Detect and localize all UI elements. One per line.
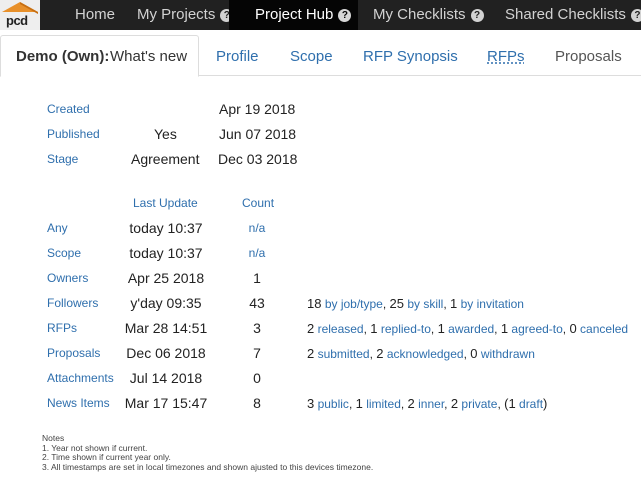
pcd-logo[interactable]: pcd — [0, 0, 40, 30]
count-followers: 43 — [249, 295, 265, 311]
breakdown-count: 3 — [307, 396, 315, 411]
nav-shared-checklists-label: Shared Checklists — [505, 6, 626, 23]
last-update-rfps: Mar 28 14:51 — [124, 320, 208, 336]
project-owner-label: Demo (Own): — [16, 48, 110, 65]
breakdown-link[interactable]: agreed-to — [511, 322, 562, 336]
tab-proposals[interactable]: Proposals — [555, 48, 622, 65]
logo-text: pcd — [6, 13, 28, 28]
count-attachments: 0 — [253, 370, 261, 386]
nav-project-hub-label: Project Hub — [255, 6, 334, 23]
row-label-any[interactable]: Any — [47, 221, 68, 235]
breakdown-link[interactable]: withdrawn — [481, 347, 535, 361]
nav-home-label: Home — [75, 6, 116, 23]
tab-rfp-synopsis[interactable]: RFP Synopsis — [363, 48, 458, 65]
published-label: Published — [47, 127, 100, 141]
breakdown-link[interactable]: released — [318, 322, 364, 336]
row-label-owners[interactable]: Owners — [47, 271, 88, 285]
nav-my-checklists[interactable]: My Checklists? — [373, 0, 484, 30]
published-date: Jun 07 2018 — [219, 126, 297, 142]
breakdown-count: 1 — [500, 321, 509, 336]
help-icon[interactable]: ? — [470, 9, 484, 22]
breakdown-link[interactable]: by job/type — [325, 297, 383, 311]
breakdown-link[interactable]: limited — [366, 397, 401, 411]
breakdown-link[interactable]: awarded — [448, 322, 494, 336]
breakdown-count: 2 — [307, 346, 315, 361]
count-any[interactable]: n/a — [237, 221, 277, 235]
last-update-scope: today 10:37 — [129, 245, 203, 261]
count-proposals: 7 — [253, 345, 261, 361]
row-label-rfps[interactable]: RFPs — [47, 321, 77, 335]
breakdown-link[interactable]: by skill — [407, 297, 443, 311]
breakdown-count: 1 — [450, 296, 458, 311]
last-update-any: today 10:37 — [129, 220, 203, 236]
breakdown-count: 2 — [407, 396, 415, 411]
breakdown-link[interactable]: inner — [418, 397, 444, 411]
tab-rfps[interactable]: RFPs — [487, 48, 525, 65]
breakdown-news-items: 3 public, 1 limited, 2 inner, 2 private,… — [307, 396, 548, 411]
breakdown-count: 1 — [437, 321, 445, 336]
breakdown-count: 0 — [569, 321, 577, 336]
last-update-proposals: Dec 06 2018 — [126, 345, 206, 361]
count-rfps: 3 — [253, 320, 261, 336]
breakdown-link[interactable]: acknowledged — [387, 347, 464, 361]
breakdown-suffix: ) — [543, 396, 548, 411]
row-label-news-items[interactable]: News Items — [47, 396, 110, 410]
row-label-followers[interactable]: Followers — [47, 296, 98, 310]
nav-home[interactable]: Home — [75, 0, 115, 30]
row-label-attachments[interactable]: Attachments — [47, 371, 114, 385]
nav-project-hub[interactable]: Project Hub? — [229, 0, 358, 30]
breakdown-count: 18 — [307, 296, 322, 311]
breakdown-count: 2 — [376, 346, 384, 361]
footnotes: Notes 1. Year not shown if current. 2. T… — [42, 433, 374, 472]
count-scope[interactable]: n/a — [237, 246, 277, 260]
count-news-items: 8 — [253, 395, 261, 411]
last-update-followers: y'day 09:35 — [130, 295, 202, 311]
row-label-scope[interactable]: Scope — [47, 246, 81, 260]
nav-my-projects[interactable]: My Projects? — [137, 0, 234, 30]
top-navigation: pcd Home My Projects? Project Hub? My Ch… — [0, 0, 641, 30]
breakdown-link[interactable]: replied-to — [381, 322, 431, 336]
breakdown-count: 2 — [307, 321, 315, 336]
breakdown-link[interactable]: by invitation — [461, 297, 524, 311]
tab-whats-new-label: What's new — [110, 48, 188, 65]
note-item: 3. All timestamps are set in local timez… — [42, 461, 374, 472]
stage-value: Agreement — [131, 151, 200, 167]
breakdown-count: 2 — [450, 396, 459, 411]
tab-scope[interactable]: Scope — [290, 48, 333, 65]
last-update-attachments: Jul 14 2018 — [129, 370, 203, 386]
breakdown-proposals: 2 submitted, 2 acknowledged, 0 withdrawn — [307, 346, 535, 361]
breakdown-link[interactable]: draft — [519, 397, 543, 411]
published-flag: Yes — [154, 126, 177, 142]
last-update-header: Last Update — [133, 196, 198, 210]
breakdown-link[interactable]: canceled — [580, 322, 628, 336]
last-update-owners: Apr 25 2018 — [127, 270, 205, 286]
breakdown-count: 1 — [370, 321, 378, 336]
tab-profile[interactable]: Profile — [216, 48, 259, 65]
breakdown-followers: 18 by job/type, 25 by skill, 1 by invita… — [307, 296, 524, 311]
breakdown-count: 0 — [470, 346, 478, 361]
breakdown-link[interactable]: private — [461, 397, 497, 411]
breakdown-link[interactable]: public — [318, 397, 349, 411]
nav-shared-checklists[interactable]: Shared Checklists? — [505, 0, 641, 30]
nav-my-checklists-label: My Checklists — [373, 6, 466, 23]
breakdown-count: 25 — [389, 296, 404, 311]
last-update-news-items: Mar 17 15:47 — [124, 395, 208, 411]
help-icon[interactable]: ? — [338, 9, 352, 22]
created-date: Apr 19 2018 — [219, 101, 296, 117]
stage-date: Dec 03 2018 — [218, 151, 298, 167]
created-label: Created — [47, 102, 90, 116]
count-owners: 1 — [253, 270, 261, 286]
breakdown-link[interactable]: submitted — [318, 347, 370, 361]
stage-label: Stage — [47, 152, 79, 166]
row-label-proposals[interactable]: Proposals — [47, 346, 100, 360]
breakdown-count: 1 — [355, 396, 363, 411]
breakdown-rfps: 2 released, 1 replied-to, 1 awarded, 1 a… — [307, 321, 629, 336]
breakdown-count: (1 — [504, 396, 516, 411]
count-header: Count — [242, 196, 275, 210]
nav-my-projects-label: My Projects — [137, 6, 216, 23]
help-icon[interactable]: ? — [630, 9, 641, 22]
